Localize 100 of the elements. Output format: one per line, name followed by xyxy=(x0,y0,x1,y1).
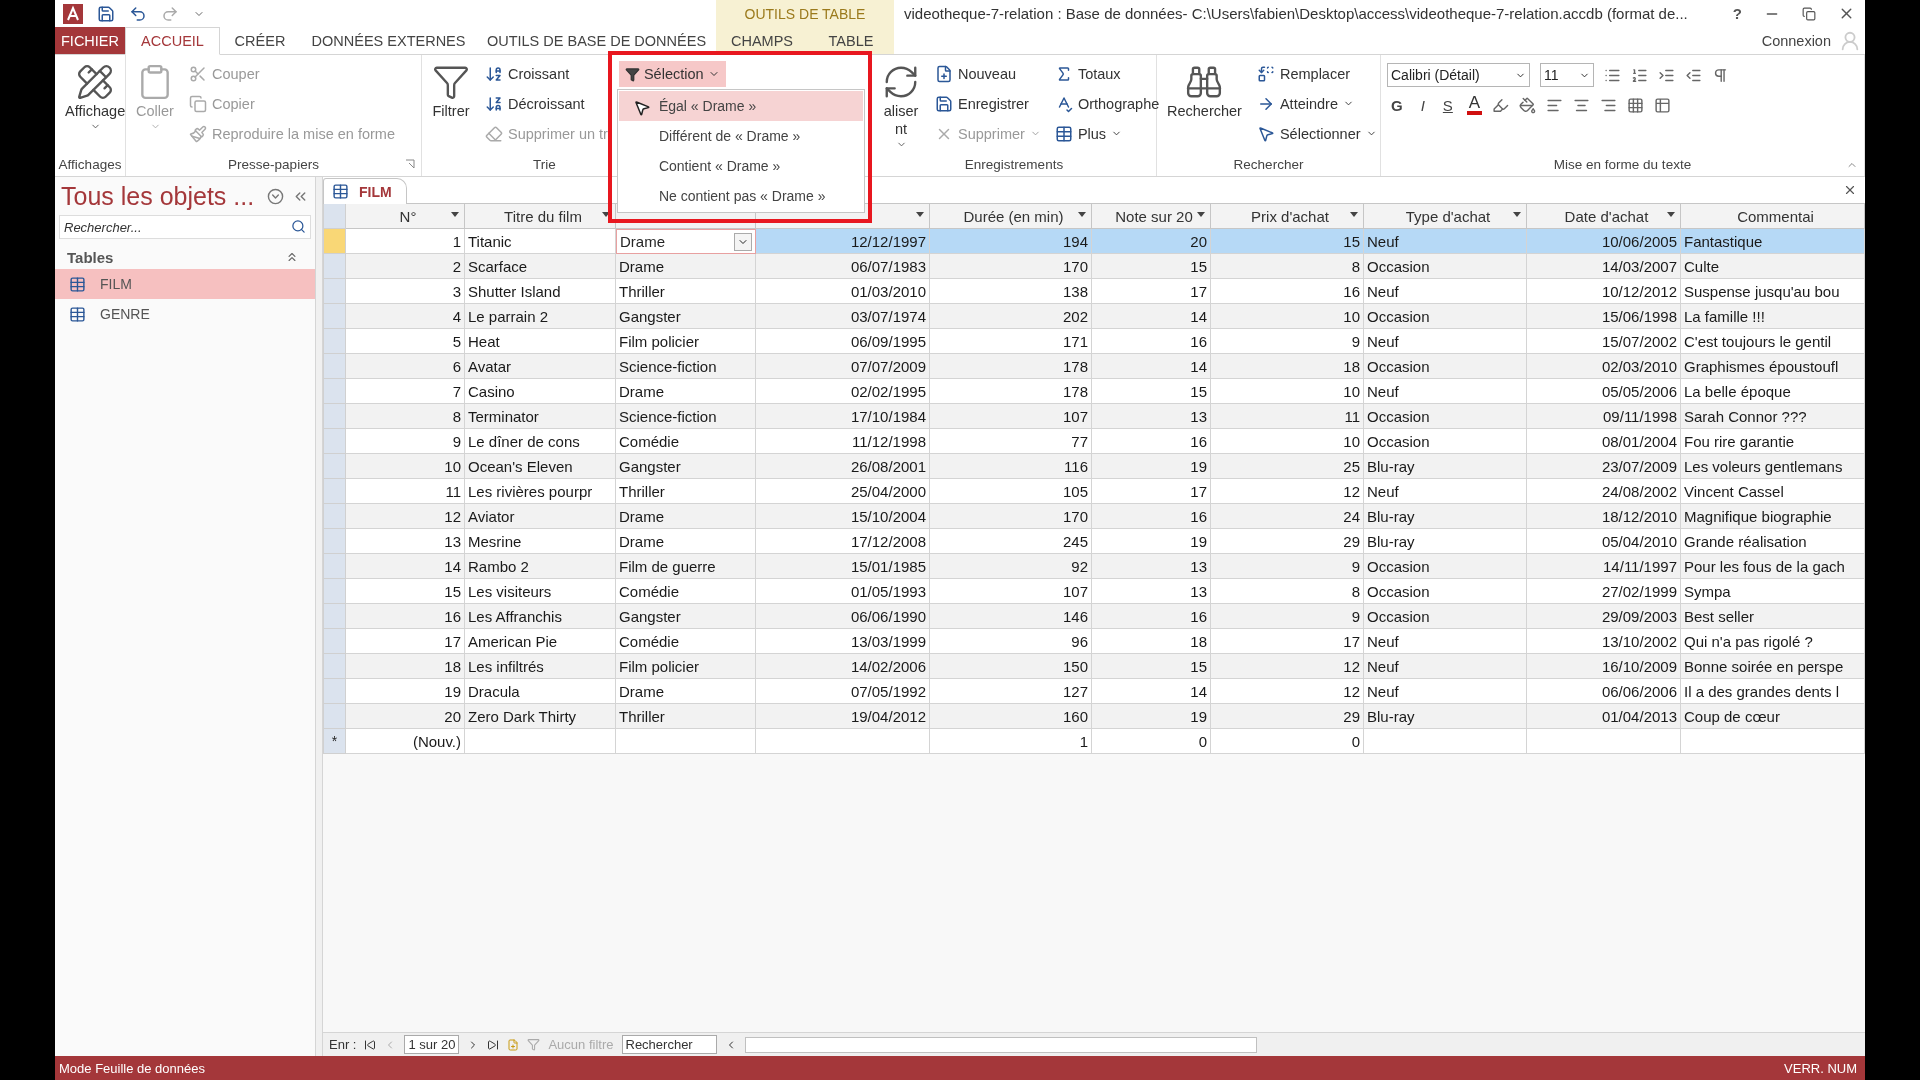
table-icon xyxy=(69,305,86,323)
group-label: Presse-papiers xyxy=(228,157,319,172)
search-icon[interactable] xyxy=(291,219,306,234)
paintbrush-icon xyxy=(189,124,207,143)
font-color-button[interactable]: A xyxy=(1466,95,1483,115)
mouse-cursor-icon xyxy=(632,99,651,117)
table-cell: 12/12/1997 xyxy=(756,229,930,254)
sort-ascending-icon xyxy=(485,64,503,83)
ribbon-tab[interactable]: OUTILS DE BASE DE DONNÉES xyxy=(477,27,716,54)
column-header[interactable]: Durée (en min) xyxy=(930,204,1092,229)
ribbon-button[interactable]: Totaux xyxy=(1051,59,1163,88)
record-position-field[interactable]: 1 sur 20 xyxy=(404,1035,460,1054)
horizontal-scrollbar[interactable] xyxy=(744,1036,1257,1053)
record-label: Enr : xyxy=(329,1037,357,1052)
dropdown-icon xyxy=(734,232,752,251)
ribbon-button[interactable]: Sélectionner xyxy=(1253,119,1380,148)
filter-caret-icon[interactable] xyxy=(1667,212,1675,217)
column-header[interactable]: Commentai xyxy=(1681,204,1865,229)
status-indicator: VERR. NUM xyxy=(1784,1060,1857,1076)
font-select[interactable]: Calibri (Détail) xyxy=(1387,63,1530,87)
italic-button[interactable]: I xyxy=(1416,96,1429,114)
ribbon-button[interactable]: Enregistrer xyxy=(932,89,1044,118)
column-header[interactable]: Date d'achat xyxy=(1527,204,1681,229)
group-label: Affichages xyxy=(58,157,122,172)
pilcrow-icon[interactable] xyxy=(1712,66,1729,84)
lookup-field[interactable]: Drame xyxy=(616,229,756,254)
column-header[interactable]: Titre du film xyxy=(465,204,616,229)
filter-caret-icon[interactable] xyxy=(1513,212,1521,217)
filter-caret-icon[interactable] xyxy=(916,212,924,217)
sign-in-link[interactable]: Connexion xyxy=(1761,32,1839,49)
pointer-icon xyxy=(1256,124,1275,143)
font-size-select[interactable]: 11 xyxy=(1540,63,1594,87)
ribbon-tab[interactable]: DONNÉES EXTERNES xyxy=(300,27,477,54)
column-header[interactable]: N° xyxy=(346,204,465,229)
ribbon-button[interactable]: Décroissant xyxy=(482,89,611,118)
table-icon xyxy=(1054,124,1073,143)
column-header[interactable]: Type d'achat xyxy=(1364,204,1527,229)
undo-icon[interactable] xyxy=(129,4,147,23)
gridlines-icon[interactable] xyxy=(1627,96,1645,114)
nav-pane-title[interactable]: Tous les objets ... xyxy=(61,181,259,211)
ribbon-tab[interactable]: CRÉER xyxy=(220,27,300,54)
new-record-icon[interactable] xyxy=(507,1038,520,1051)
restore-icon[interactable] xyxy=(1802,6,1816,21)
help-button[interactable]: ? xyxy=(1732,5,1742,22)
section-header[interactable]: Tables xyxy=(67,248,114,266)
filter-caret-icon[interactable] xyxy=(1078,212,1086,217)
search-field[interactable]: Rechercher... xyxy=(59,215,311,239)
ribbon-button[interactable]: aliser nt xyxy=(878,59,924,154)
redo-icon[interactable] xyxy=(161,4,179,23)
table-cell: 1 xyxy=(930,729,1092,754)
table-cell: 10/06/2005 xyxy=(1527,229,1681,254)
table-icon xyxy=(332,183,349,200)
replace-icon xyxy=(1256,64,1275,83)
filter-caret-icon[interactable] xyxy=(1350,212,1358,217)
pencil-ruler-icon xyxy=(76,63,115,101)
column-header[interactable]: Note sur 20 xyxy=(1092,204,1211,229)
last-record-icon[interactable] xyxy=(487,1038,500,1051)
context-group-label: OUTILS DE TABLE xyxy=(716,0,894,27)
dropdown-icon[interactable] xyxy=(267,187,284,205)
save-icon[interactable] xyxy=(97,4,115,23)
nav-item[interactable]: GENRE xyxy=(55,299,315,329)
ribbon-button[interactable]: Croissant xyxy=(482,59,611,88)
first-record-icon[interactable] xyxy=(364,1038,377,1051)
ribbon-button[interactable]: Rechercher xyxy=(1163,59,1246,123)
numbered-list-icon[interactable] xyxy=(1631,66,1648,84)
underline-button[interactable]: S xyxy=(1438,96,1457,114)
menu-item[interactable]: Égal « Drame » xyxy=(618,91,863,121)
collapse-icon[interactable] xyxy=(285,250,299,264)
nav-item[interactable]: FILM xyxy=(55,269,315,299)
document-tab[interactable]: FILM xyxy=(323,178,407,204)
ribbon-button[interactable]: Orthographe xyxy=(1051,89,1163,118)
ribbon-tab[interactable]: FICHIER xyxy=(55,27,125,54)
sort-descending-icon xyxy=(485,94,503,113)
close-icon[interactable] xyxy=(1843,183,1857,197)
table-cell: Neuf xyxy=(1364,229,1527,254)
app-logo-icon xyxy=(63,3,83,24)
bold-button[interactable]: G xyxy=(1387,96,1407,114)
launcher-icon[interactable] xyxy=(405,159,415,169)
filter-caret-icon[interactable] xyxy=(1197,212,1205,217)
ribbon-button[interactable]: Nouveau xyxy=(932,59,1044,88)
filter-caret-icon[interactable] xyxy=(602,212,610,217)
selection-button[interactable]: Sélection xyxy=(618,61,726,87)
paint-bucket-icon[interactable] xyxy=(1519,96,1537,114)
table-color-icon[interactable] xyxy=(1654,96,1672,114)
table-icon xyxy=(69,275,86,293)
ribbon-button[interactable]: Atteindre xyxy=(1253,89,1380,118)
ribbon-tab[interactable]: ACCUEIL xyxy=(125,27,220,55)
filter-icon[interactable] xyxy=(527,1038,541,1051)
ribbon-button[interactable]: Filtrer xyxy=(428,59,474,123)
column-header[interactable]: Prix d'achat xyxy=(1211,204,1364,229)
ribbon-button[interactable]: Remplacer xyxy=(1253,59,1380,88)
table-cell: 20 xyxy=(1092,229,1211,254)
ribbon-button[interactable]: Plus xyxy=(1051,119,1163,148)
search-field[interactable]: Rechercher xyxy=(621,1035,717,1054)
window-title: videotheque-7-relation : Base de données- C:\Users\fabien\Desktop\access\videotheque-7-relation.accdb (format de... xyxy=(903,4,1689,24)
filter-caret-icon[interactable] xyxy=(451,212,459,217)
save-icon xyxy=(935,94,953,113)
new-record-icon xyxy=(935,64,953,83)
highlighter-icon[interactable] xyxy=(1492,96,1510,114)
ribbon-button[interactable]: Affichage xyxy=(61,59,130,136)
